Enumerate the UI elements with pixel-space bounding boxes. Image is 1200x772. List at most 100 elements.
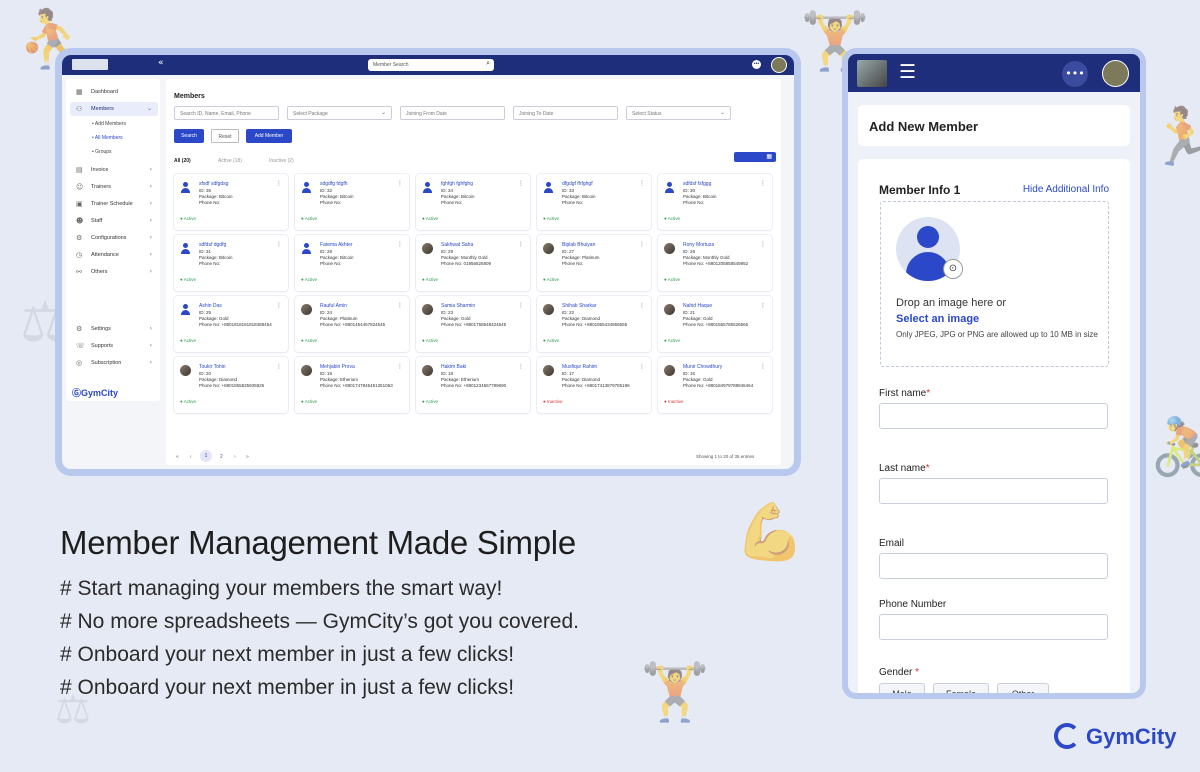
avatar[interactable] [1102,60,1129,87]
member-card[interactable]: Hakim Baki ID: 18 Package: Etherium Phone N… [416,357,530,413]
member-name[interactable]: sdgdfg fdgfh [320,181,348,187]
more-options-icon[interactable]: ⋮ [639,302,645,309]
reset-button[interactable]: Reset [211,129,239,143]
gender-other-button[interactable]: Other [997,683,1049,693]
member-card[interactable]: fghfgh fghfghg ID: 34 Package: Bitcoin Phon… [416,174,530,230]
sidebar-item-trainer-schedule[interactable]: ▣ Trainer Schedule › [70,197,158,211]
sidebar-item-staff[interactable]: ☻ Staff › [70,214,158,228]
sidebar-subitem-groups[interactable]: • Groups [92,149,112,155]
tab-all[interactable]: All (20) [174,158,191,164]
more-options-icon[interactable]: ⋮ [760,180,766,187]
camera-icon[interactable]: ⊙ [943,259,963,279]
more-options-icon[interactable]: ⋮ [518,363,524,370]
member-name[interactable]: Rony Mortuza [683,242,714,248]
member-name[interactable]: Samia Sharmin [441,303,475,309]
sidebar-item-subscription[interactable]: ◎ Subscription › [70,356,158,370]
member-card[interactable]: Rony Mortuza ID: 26 Package: Monthly Gold P… [658,235,772,291]
gender-female-button[interactable]: Female [933,683,989,693]
member-name[interactable]: Ashin Das [199,303,222,309]
first-page-button[interactable]: « [176,454,179,460]
more-options-icon[interactable]: ⋮ [760,302,766,309]
member-card[interactable]: sdgdfg fdgfh ID: 32 Package: Bitcoin Phone … [295,174,409,230]
member-search-field[interactable]: Search ID, Name, Email, Phone [174,106,279,120]
sidebar-item-configurations[interactable]: ⚙ Configurations › [70,231,158,245]
member-name[interactable]: Musfiqur Rahim [562,364,597,370]
first-name-input[interactable] [879,403,1108,429]
more-options-icon[interactable]: ⋮ [639,180,645,187]
member-card[interactable]: Biplab Bhuiyan ID: 27 Package: Platinum Pho… [537,235,651,291]
hide-additional-info-link[interactable]: Hide Additional Info [1023,184,1109,195]
chat-icon[interactable]: ••• [752,60,761,69]
member-card[interactable]: Musfiqur Rahim ID: 17 Package: Diamond Phon… [537,357,651,413]
phone-number-field[interactable] [879,614,1108,640]
member-card[interactable]: Shihab Sharkar ID: 22 Package: Diamond Phon… [537,296,651,352]
more-options-icon[interactable]: ⋮ [276,302,282,309]
member-name[interactable]: Munir Chowdhury [683,364,722,370]
hamburger-menu-icon[interactable]: ☰ [899,61,916,83]
member-name[interactable]: Toukir Tohin [199,364,226,370]
joining-to-date-field[interactable]: Joining To Date [513,106,618,120]
member-name[interactable]: sdfdsf dgdfg [199,242,226,248]
member-name[interactable]: Biplab Bhuiyan [562,242,595,248]
member-name[interactable]: sdfdsf fsfggg [683,181,711,187]
search-button[interactable]: Search [174,129,204,143]
member-card[interactable]: Sakhwat Saha ID: 29 Package: Monthly Gold P… [416,235,530,291]
more-options-icon[interactable]: ⋮ [518,241,524,248]
member-card[interactable]: Toukir Tohin ID: 20 Package: Diamond Phone … [174,357,288,413]
more-options-icon[interactable]: ⋮ [518,302,524,309]
page-2-button[interactable]: 2 [220,454,223,460]
member-card[interactable]: Munir Chowdhury ID: 16 Package: Gold Phone … [658,357,772,413]
sidebar-subitem-all-members[interactable]: • All Members [92,135,123,141]
select-image-link[interactable]: Select an image [896,313,979,325]
member-search-input[interactable]: Member Search ⌕ [368,59,494,71]
more-options-icon[interactable]: ⋮ [639,363,645,370]
grid-view-toggle[interactable]: ▦ [734,152,776,162]
member-name[interactable]: Rauful Amin [320,303,347,309]
member-card[interactable]: dfgdgf fhfghgf ID: 33 Package: Bitcoin Phon… [537,174,651,230]
more-options-icon[interactable]: ⋮ [276,241,282,248]
more-options-icon[interactable]: ⋮ [276,363,282,370]
avatar[interactable] [771,57,787,73]
last-page-button[interactable]: » [246,454,249,460]
image-dropzone[interactable]: ⊙ Drop an image here or Select an image … [880,201,1109,367]
member-card[interactable]: sdfdsf dgdfg ID: 31 Package: Bitcoin Phone … [174,235,288,291]
sidebar-item-members[interactable]: ⚇ Members ⌄ [70,102,158,116]
member-name[interactable]: sfsdf sdfgdsg [199,181,228,187]
status-select[interactable]: Select Status ⌄ [626,106,731,120]
member-card[interactable]: Mehjabin Prova ID: 19 Package: Etherium Pho… [295,357,409,413]
more-options-icon[interactable]: ⋮ [397,302,403,309]
more-options-icon[interactable]: ⋮ [397,241,403,248]
member-name[interactable]: Fatema Akhter [320,242,353,248]
member-card[interactable]: sfsdf sdfgdsg ID: 35 Package: Bitcoin Phone… [174,174,288,230]
more-options-icon[interactable]: ⋮ [639,241,645,248]
more-options-icon[interactable]: ⋮ [760,241,766,248]
package-select[interactable]: Select Package ⌄ [287,106,392,120]
member-name[interactable]: Nahid Haque [683,303,712,309]
sidebar-item-invoice[interactable]: ▤ Invoice › [70,163,158,177]
more-options-icon[interactable]: ⋮ [276,180,282,187]
add-member-button[interactable]: Add Member [246,129,292,143]
gender-male-button[interactable]: Male [879,683,925,693]
member-name[interactable]: dfgdgf fhfghgf [562,181,593,187]
sidebar-item-settings[interactable]: ⚙ Settings › [70,322,158,336]
sidebar-item-trainers[interactable]: ☺ Trainers › [70,180,158,194]
prev-page-button[interactable]: ‹ [190,454,192,460]
member-card[interactable]: Nahid Haque ID: 21 Package: Gold Phone No: … [658,296,772,352]
member-card[interactable]: Fatema Akhter ID: 28 Package: Bitcoin Phone… [295,235,409,291]
member-name[interactable]: Sakhwat Saha [441,242,473,248]
member-name[interactable]: Shihab Sharkar [562,303,596,309]
next-page-button[interactable]: › [234,454,236,460]
page-1-button[interactable]: 1 [200,450,212,462]
sidebar-item-dashboard[interactable]: ▦ Dashboard [70,85,158,99]
collapse-icon[interactable]: « [158,58,164,68]
member-name[interactable]: Hakim Baki [441,364,466,370]
member-card[interactable]: Samia Sharmin ID: 23 Package: Gold Phone No… [416,296,530,352]
last-name-input[interactable] [879,478,1108,504]
tab-active[interactable]: Active (18) [218,158,242,164]
member-card[interactable]: sdfdsf fsfggg ID: 30 Package: Bitcoin Phone… [658,174,772,230]
sidebar-item-attendance[interactable]: ◷ Attendance › [70,248,158,262]
sidebar-item-others[interactable]: ⚯ Others › [70,265,158,279]
member-card[interactable]: Rauful Amin ID: 24 Package: Platinum Phone … [295,296,409,352]
more-options-icon[interactable]: ⋮ [397,363,403,370]
sidebar-item-supports[interactable]: ☏ Supports › [70,339,158,353]
